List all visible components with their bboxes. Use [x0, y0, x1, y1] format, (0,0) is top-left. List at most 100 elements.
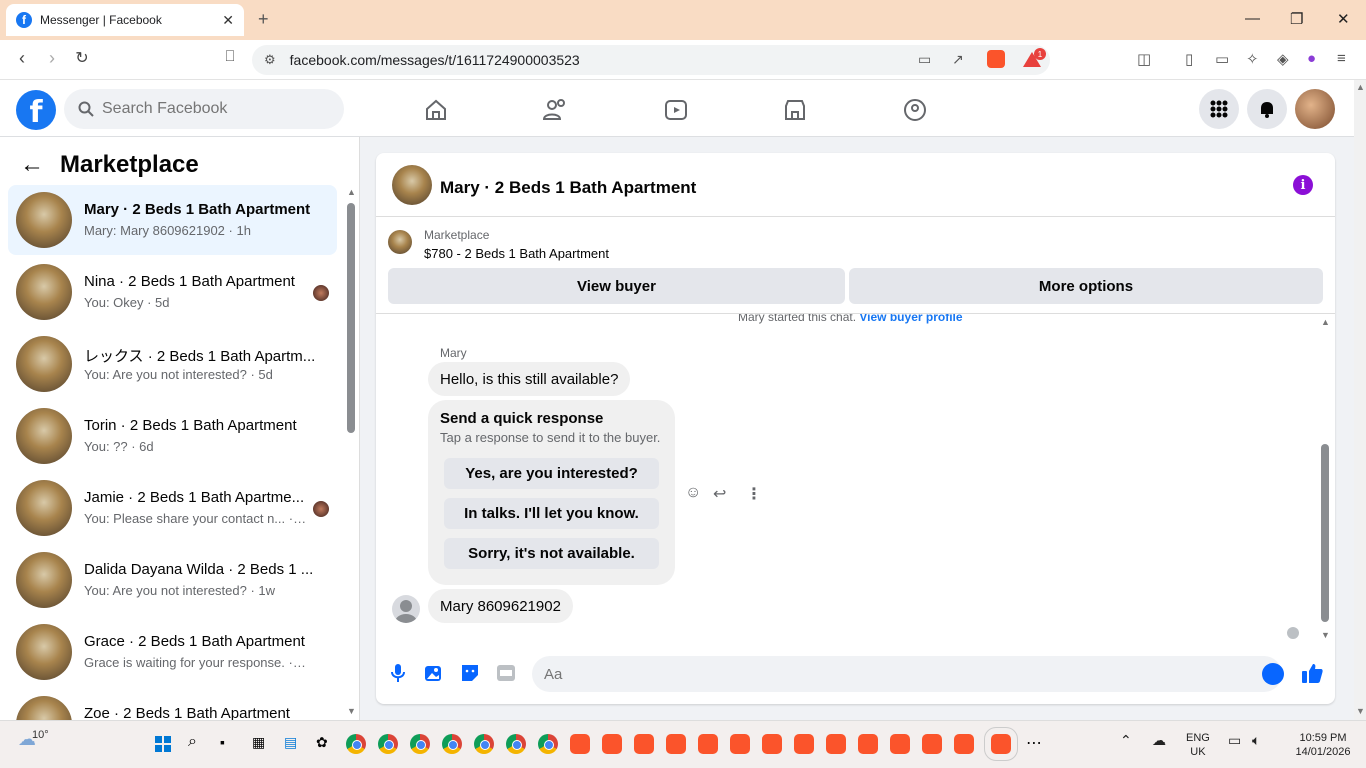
chrome-icon[interactable] [474, 734, 494, 754]
scroll-down-arrow-icon[interactable]: ▼ [347, 706, 356, 716]
share-icon[interactable]: ↗ [952, 51, 964, 68]
brave-icon[interactable] [730, 734, 750, 754]
leo-ai-icon[interactable]: ✧ [1246, 50, 1259, 68]
brave-icon[interactable] [858, 734, 878, 754]
menu-grid-icon[interactable] [1199, 89, 1239, 129]
listing-thumbnail[interactable] [388, 230, 412, 254]
brave-icon[interactable] [922, 734, 942, 754]
task-view-icon[interactable]: ▪ [220, 734, 225, 750]
brave-icon[interactable] [634, 734, 654, 754]
show-hidden-icons[interactable]: ⌃ [1120, 733, 1132, 747]
listing-price[interactable]: $780 - 2 Beds 1 Bath Apartment [424, 246, 609, 261]
conversation-item[interactable]: Jamie · 2 Beds 1 Bath Apartme... You: Pl… [8, 473, 337, 543]
reload-icon[interactable]: ↻ [70, 48, 94, 68]
home-icon[interactable] [422, 96, 450, 124]
start-icon[interactable] [155, 736, 171, 752]
address-bar[interactable]: ⚙ facebook.com/messages/t/16117249000035… [252, 45, 1050, 75]
bookmark-icon[interactable]: ⎕ [218, 48, 242, 65]
close-window-icon[interactable]: ✕ [1337, 10, 1350, 28]
chat-scroll-up-icon[interactable]: ▲ [1321, 317, 1330, 327]
wallet-icon[interactable]: ▭ [1215, 50, 1229, 68]
brave-icon[interactable] [666, 734, 686, 754]
quick-response-option[interactable]: Sorry, it's not available. [444, 538, 659, 569]
microphone-icon[interactable] [387, 662, 409, 684]
brave-icon[interactable] [698, 734, 718, 754]
photo-icon[interactable] [423, 662, 445, 684]
brave-icon[interactable] [762, 734, 782, 754]
reader-mode-icon[interactable]: ◫ [1137, 50, 1151, 68]
chat-avatar[interactable] [392, 165, 432, 205]
minimize-icon[interactable]: — [1245, 10, 1260, 27]
onedrive-icon[interactable]: ☁ [1152, 733, 1166, 747]
chrome-icon[interactable] [506, 734, 526, 754]
back-arrow-icon[interactable]: ← [20, 151, 44, 179]
menu-icon[interactable]: ≡ [1337, 50, 1346, 67]
sidebar-scrollbar[interactable] [347, 203, 355, 433]
scroll-up-arrow-icon[interactable]: ▲ [347, 187, 356, 197]
marketplace-icon[interactable] [781, 96, 809, 124]
quick-response-option[interactable]: In talks. I'll let you know. [444, 498, 659, 529]
chrome-icon[interactable] [442, 734, 462, 754]
page-scrollbar[interactable]: ▲ ▼ [1354, 80, 1366, 720]
watch-icon[interactable] [662, 96, 690, 124]
sticker-icon[interactable] [459, 662, 481, 684]
brave-icon[interactable] [954, 734, 974, 754]
conversation-item[interactable]: Nina · 2 Beds 1 Bath Apartment You: Okey… [8, 257, 337, 327]
language-indicator[interactable]: ENG UK [1186, 731, 1210, 759]
chrome-icon[interactable] [410, 734, 430, 754]
chat-title[interactable]: Mary · 2 Beds 1 Bath Apartment [440, 178, 696, 198]
view-buyer-profile-link[interactable]: View buyer profile [859, 314, 962, 324]
maximize-icon[interactable]: ❐ [1290, 10, 1303, 28]
chat-scrollbar[interactable] [1321, 444, 1329, 622]
conversation-item[interactable]: Dalida Dayana Wilda · 2 Beds 1 ... You: … [8, 545, 337, 615]
conversation-item[interactable]: Grace · 2 Beds 1 Bath Apartment Grace is… [8, 617, 337, 687]
overflow-icon[interactable]: ⋯ [1026, 733, 1042, 753]
search-box[interactable] [64, 89, 344, 129]
groups-icon[interactable] [901, 96, 929, 124]
volume-icon[interactable]: 🔈︎ [1252, 733, 1260, 747]
search-input[interactable] [102, 100, 322, 118]
calculator-icon[interactable]: ▦ [252, 734, 265, 751]
page-scroll-down-icon[interactable]: ▼ [1356, 706, 1365, 716]
profile-icon[interactable]: ● [1307, 50, 1316, 67]
notepad-icon[interactable]: ▤ [284, 734, 297, 751]
brave-icon[interactable] [890, 734, 910, 754]
brave-icon[interactable] [826, 734, 846, 754]
react-emoji-icon[interactable]: ☺ [685, 484, 701, 502]
more-options-button[interactable]: More options [849, 268, 1323, 304]
view-buyer-button[interactable]: View buyer [388, 268, 845, 304]
reply-icon[interactable]: ↩ [713, 484, 726, 504]
account-avatar[interactable] [1295, 89, 1335, 129]
more-actions-icon[interactable]: ⋮ [746, 484, 762, 504]
vpn-icon[interactable]: ◈ [1277, 50, 1289, 68]
brave-icon[interactable] [602, 734, 622, 754]
chrome-icon[interactable] [378, 734, 398, 754]
gif-icon[interactable] [495, 662, 517, 684]
new-tab-icon[interactable]: + [258, 9, 269, 30]
facebook-logo-icon[interactable]: f [16, 90, 56, 130]
url-text[interactable]: facebook.com/messages/t/1611724900003523 [290, 52, 580, 68]
taskbar-search-icon[interactable]: ⌕ [188, 733, 197, 751]
chat-scroll-down-icon[interactable]: ▼ [1321, 630, 1330, 640]
forward-icon[interactable]: › [40, 48, 64, 69]
install-app-icon[interactable]: ▭ [918, 51, 931, 68]
clock[interactable]: 10:59 PM 14/01/2026 [1290, 731, 1356, 759]
brave-icon[interactable] [570, 734, 590, 754]
network-icon[interactable]: ▭ [1228, 733, 1241, 747]
sidebar-icon[interactable]: ▯ [1185, 50, 1193, 68]
site-settings-icon[interactable]: ⚙ [264, 52, 276, 68]
back-icon[interactable]: ‹ [10, 48, 34, 69]
message-input[interactable] [532, 656, 1282, 692]
info-icon[interactable]: i [1293, 175, 1313, 195]
message-bubble[interactable]: Mary 8609621902 [428, 589, 573, 623]
browser-tab[interactable]: f Messenger | Facebook ✕ [6, 4, 244, 36]
page-scroll-up-icon[interactable]: ▲ [1356, 82, 1365, 92]
conversation-item[interactable]: Torin · 2 Beds 1 Bath Apartment You: ?? … [8, 401, 337, 471]
conversation-item[interactable]: Mary · 2 Beds 1 Bath Apartment Mary: Mar… [8, 185, 337, 255]
message-bubble[interactable]: Hello, is this still available? [428, 362, 631, 396]
sender-avatar[interactable] [392, 595, 420, 623]
conversation-item[interactable]: レックス · 2 Beds 1 Bath Apartm... You: Are … [8, 329, 337, 399]
conversation-item[interactable]: Zoe · 2 Beds 1 Bath Apartment [8, 689, 337, 720]
weather-widget[interactable]: ☁ 10° [18, 729, 49, 750]
close-tab-icon[interactable]: ✕ [222, 12, 234, 29]
